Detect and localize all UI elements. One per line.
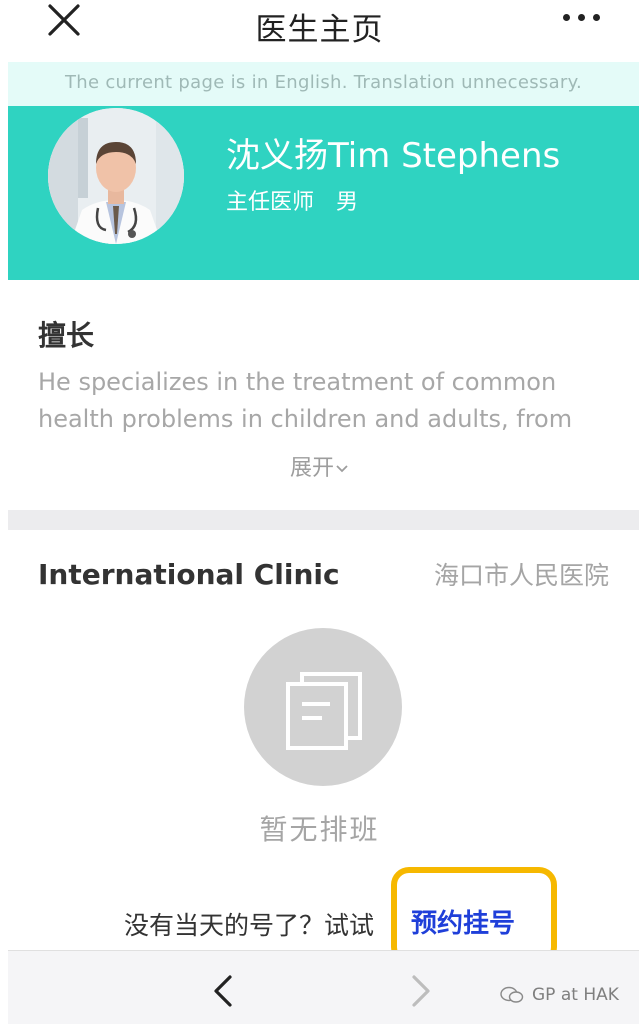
- hospital-name: 海口市人民医院: [433, 561, 609, 590]
- expand-button[interactable]: 展开: [0, 450, 639, 482]
- empty-schedule-text: 暂无排班: [259, 813, 380, 846]
- page-title: 医生主页: [255, 12, 384, 48]
- clinic-name: International Clinic: [38, 558, 340, 591]
- no-slot-prompt: 没有当天的号了？试试: [124, 911, 375, 940]
- back-button[interactable]: [208, 973, 238, 1009]
- watermark: GP at HAK: [500, 985, 619, 1005]
- bottom-nav-bar: GP at HAK: [8, 950, 639, 1024]
- clinic-section: International Clinic 海口市人民医院 暂无排班 没有当天的号…: [0, 530, 639, 965]
- more-button[interactable]: [563, 12, 603, 26]
- more-icon: [563, 14, 570, 21]
- doctor-title: 主任医师: [226, 190, 315, 215]
- document-icon: [286, 672, 362, 750]
- doctor-gender: 男: [336, 190, 359, 215]
- specialty-text: He specializes in the treatment of commo…: [38, 368, 573, 433]
- doctor-avatar: [48, 108, 184, 244]
- watermark-text: GP at HAK: [532, 985, 619, 1005]
- translation-text: The current page is in English. Translat…: [64, 72, 583, 93]
- doctor-header: 沈义扬Tim Stephens 主任医师男: [8, 106, 639, 280]
- chevron-left-icon: [214, 975, 232, 1007]
- specialty-heading: 擅长: [38, 319, 95, 352]
- expand-label: 展开: [289, 456, 334, 481]
- section-divider: [8, 510, 639, 530]
- empty-schedule-illustration: [244, 628, 402, 786]
- wechat-icon: [500, 986, 524, 1003]
- specialty-section: 擅长 He specializes in the treatment of co…: [0, 280, 639, 510]
- booking-link[interactable]: 预约挂号: [411, 903, 515, 940]
- doctor-name: 沈义扬Tim Stephens: [226, 136, 561, 176]
- chevron-down-icon: [336, 465, 348, 473]
- chevron-right-icon: [412, 975, 430, 1007]
- doctor-meta: 主任医师男: [226, 184, 358, 216]
- top-bar: 医生主页: [0, 0, 639, 62]
- translation-banner: The current page is in English. Translat…: [8, 62, 639, 106]
- forward-button[interactable]: [406, 973, 436, 1009]
